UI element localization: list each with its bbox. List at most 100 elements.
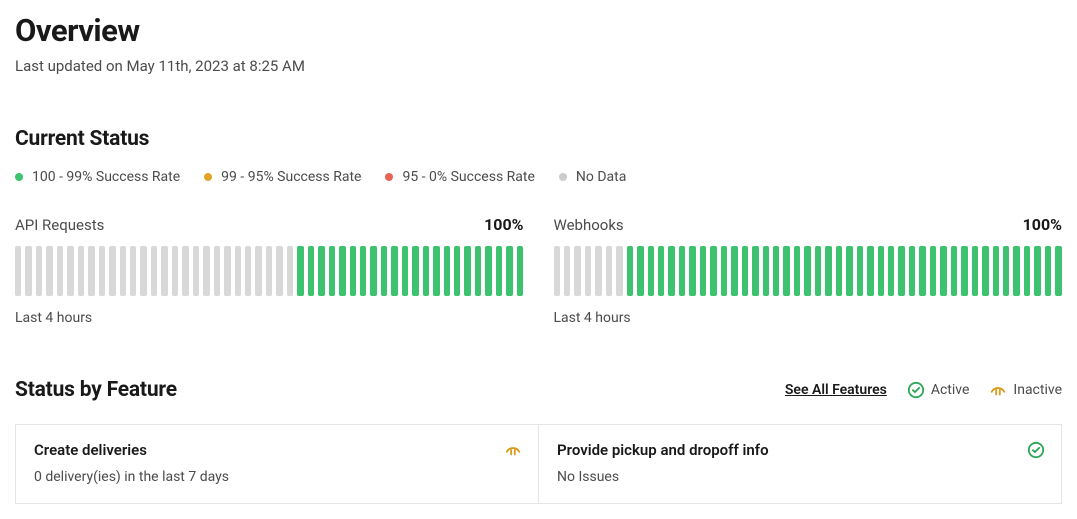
legend-label: 100 - 99% Success Rate bbox=[32, 169, 180, 185]
status-bar bbox=[940, 246, 946, 296]
status-bar bbox=[224, 246, 230, 296]
status-bar bbox=[1034, 246, 1040, 296]
status-bar bbox=[1045, 246, 1051, 296]
legend-label: No Data bbox=[576, 169, 626, 185]
status-bar bbox=[130, 246, 136, 296]
status-bar bbox=[276, 246, 282, 296]
legend-item-red: 95 - 0% Success Rate bbox=[385, 169, 534, 185]
inactive-label: Inactive bbox=[1013, 382, 1062, 398]
status-bar bbox=[57, 246, 63, 296]
status-bar bbox=[668, 246, 674, 296]
status-legend: 100 - 99% Success Rate 99 - 95% Success … bbox=[15, 169, 1062, 185]
status-bar bbox=[475, 246, 481, 296]
status-bar bbox=[255, 246, 261, 296]
status-bar bbox=[193, 246, 199, 296]
dot-green-icon bbox=[15, 173, 23, 181]
status-bar bbox=[627, 246, 633, 296]
status-bar bbox=[161, 246, 167, 296]
status-bar bbox=[36, 246, 42, 296]
status-bar bbox=[982, 246, 988, 296]
status-bar bbox=[464, 246, 470, 296]
status-bar bbox=[731, 246, 737, 296]
status-bar bbox=[878, 246, 884, 296]
status-bar bbox=[783, 246, 789, 296]
status-bar bbox=[203, 246, 209, 296]
status-bar bbox=[99, 246, 105, 296]
legend-item-green: 100 - 99% Success Rate bbox=[15, 169, 180, 185]
check-circle-icon bbox=[1027, 441, 1045, 459]
legend-label: 95 - 0% Success Rate bbox=[402, 169, 534, 185]
status-bar bbox=[888, 246, 894, 296]
status-bar bbox=[67, 246, 73, 296]
status-bar bbox=[794, 246, 800, 296]
chart-name: API Requests bbox=[15, 216, 104, 234]
partial-circle-icon bbox=[504, 441, 522, 459]
partial-circle-icon bbox=[989, 381, 1007, 399]
status-bar bbox=[648, 246, 654, 296]
status-bar bbox=[689, 246, 695, 296]
status-bar bbox=[391, 246, 397, 296]
status-bar bbox=[637, 246, 643, 296]
status-bar bbox=[182, 246, 188, 296]
status-bar bbox=[961, 246, 967, 296]
status-bar bbox=[360, 246, 366, 296]
see-all-features-link[interactable]: See All Features bbox=[785, 382, 887, 398]
status-bar bbox=[245, 246, 251, 296]
legend-item-gray: No Data bbox=[559, 169, 626, 185]
status-bar bbox=[214, 246, 220, 296]
status-bar bbox=[804, 246, 810, 296]
chart-bars bbox=[15, 246, 524, 296]
status-bar bbox=[1003, 246, 1009, 296]
active-label: Active bbox=[931, 382, 970, 398]
feature-subtitle: No Issues bbox=[557, 469, 1043, 485]
status-bar bbox=[857, 246, 863, 296]
status-bar bbox=[412, 246, 418, 296]
inactive-legend: Inactive bbox=[989, 381, 1062, 399]
status-bar bbox=[951, 246, 957, 296]
status-bar bbox=[825, 246, 831, 296]
status-bar bbox=[606, 246, 612, 296]
webhooks-chart: Webhooks 100% Last 4 hours bbox=[554, 215, 1063, 326]
status-bar bbox=[433, 246, 439, 296]
status-bar bbox=[815, 246, 821, 296]
chart-name: Webhooks bbox=[554, 216, 624, 234]
chart-value: 100% bbox=[1023, 215, 1062, 234]
last-updated: Last updated on May 11th, 2023 at 8:25 A… bbox=[15, 57, 1062, 75]
status-bar bbox=[25, 246, 31, 296]
status-bar bbox=[742, 246, 748, 296]
status-bar bbox=[46, 246, 52, 296]
status-bar bbox=[585, 246, 591, 296]
status-bar bbox=[496, 246, 502, 296]
feature-title: Create deliveries bbox=[34, 441, 520, 459]
chart-value: 100% bbox=[484, 215, 523, 234]
status-bar bbox=[350, 246, 356, 296]
status-bar bbox=[287, 246, 293, 296]
status-bar bbox=[752, 246, 758, 296]
chart-bars bbox=[554, 246, 1063, 296]
status-bar bbox=[517, 246, 523, 296]
status-bar bbox=[919, 246, 925, 296]
status-bar bbox=[120, 246, 126, 296]
status-bar bbox=[402, 246, 408, 296]
status-bar bbox=[15, 246, 21, 296]
status-bar bbox=[308, 246, 314, 296]
status-bar bbox=[867, 246, 873, 296]
dot-red-icon bbox=[385, 173, 393, 181]
status-bar bbox=[564, 246, 570, 296]
status-bar bbox=[993, 246, 999, 296]
feature-subtitle: 0 delivery(ies) in the last 7 days bbox=[34, 469, 520, 485]
status-bar bbox=[88, 246, 94, 296]
feature-card-pickup-dropoff[interactable]: Provide pickup and dropoff info No Issue… bbox=[538, 425, 1061, 503]
status-bar bbox=[381, 246, 387, 296]
status-bar bbox=[554, 246, 560, 296]
status-bar bbox=[444, 246, 450, 296]
status-bar bbox=[370, 246, 376, 296]
status-bar bbox=[151, 246, 157, 296]
status-bar bbox=[506, 246, 512, 296]
status-bar bbox=[78, 246, 84, 296]
status-bar bbox=[485, 246, 491, 296]
feature-card-create-deliveries[interactable]: Create deliveries 0 delivery(ies) in the… bbox=[16, 425, 538, 503]
check-circle-icon bbox=[907, 381, 925, 399]
active-legend: Active bbox=[907, 381, 970, 399]
status-bar bbox=[773, 246, 779, 296]
